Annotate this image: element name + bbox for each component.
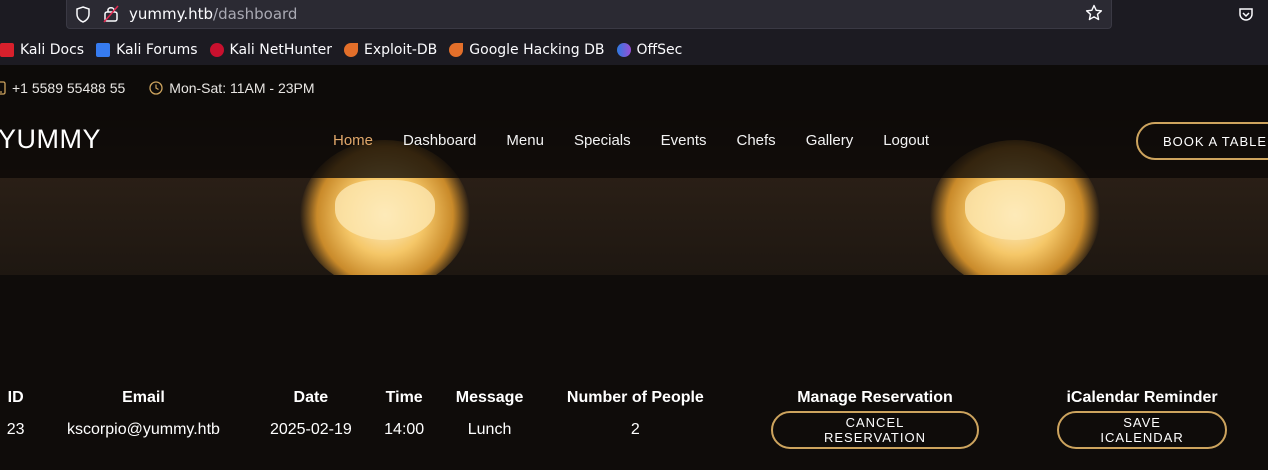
lamp-highlight (335, 180, 435, 240)
tracking-protection-shield-icon[interactable] (75, 6, 91, 27)
cell-people: 2 (630, 421, 640, 438)
phone-number: +1 5589 55488 55 (12, 79, 126, 96)
bookmark-kali-docs[interactable]: Kali Docs (0, 42, 84, 58)
bookmark-label: Exploit-DB (363, 42, 438, 58)
exploit-db-icon (343, 43, 358, 57)
cell-message: Lunch (467, 421, 512, 438)
bookmark-label: Google Hacking DB (469, 42, 605, 58)
url-bar[interactable]: yummy.htb/dashboard (66, 0, 1112, 29)
lamp-highlight (965, 180, 1065, 240)
col-header-email: Email (122, 389, 165, 406)
nav-menu[interactable]: Menu (506, 132, 544, 149)
bookmark-label: OffSec (636, 42, 683, 58)
table-row: 23 kscorpio@yummy.htb 2025-02-19 14:00 L… (0, 410, 1268, 450)
url-text[interactable]: yummy.htb/dashboard (129, 5, 297, 23)
main-nav: Home Dashboard Menu Specials Events Chef… (318, 132, 944, 149)
kali-nethunter-icon (209, 43, 224, 57)
nav-home[interactable]: Home (333, 132, 373, 149)
site-logo[interactable]: YUMMY (0, 124, 101, 155)
col-header-time: Time (385, 389, 423, 406)
bookmark-label: Kali Forums (116, 42, 198, 58)
browser-toolbar: yummy.htb/dashboard Kali Docs Kali Forum… (0, 0, 1268, 65)
nav-logout[interactable]: Logout (883, 132, 929, 149)
nav-specials[interactable]: Specials (574, 132, 631, 149)
col-header-message: Message (455, 389, 524, 406)
bookmark-offsec[interactable]: OffSec (616, 42, 683, 58)
clock-icon (149, 80, 163, 95)
book-a-table-button[interactable]: BOOK A TABLE (1136, 122, 1268, 160)
ghdb-icon (449, 43, 464, 57)
bookmark-exploit-db[interactable]: Exploit-DB (343, 42, 438, 58)
cell-manage: CANCEL RESERVATION (734, 410, 1016, 450)
topbar-phone: +1 5589 55488 55 (0, 80, 125, 96)
pocket-icon[interactable] (1238, 6, 1254, 26)
opening-hours: Mon-Sat: 11AM - 23PM (169, 79, 315, 96)
col-header-manage: Manage Reservation (797, 389, 953, 406)
bookmark-label: Kali Docs (20, 42, 85, 58)
topbar-hours: Mon-Sat: 11AM - 23PM (149, 79, 315, 96)
bookmark-google-hacking-db[interactable]: Google Hacking DB (449, 42, 605, 58)
save-icalendar-button[interactable]: SAVE ICALENDAR (1057, 411, 1228, 449)
table-header-row: ID Email Date Time Message Number of Peo… (0, 386, 1268, 410)
reservations-table: ID Email Date Time Message Number of Peo… (0, 386, 1268, 450)
offsec-icon (616, 43, 631, 57)
cell-icalendar: SAVE ICALENDAR (1016, 410, 1268, 450)
bookmark-kali-nethunter[interactable]: Kali NetHunter (209, 42, 332, 58)
col-header-icalendar: iCalendar Reminder (1066, 389, 1218, 406)
url-path: /dashboard (213, 5, 298, 23)
nav-gallery[interactable]: Gallery (806, 132, 854, 149)
bookmark-kali-forums[interactable]: Kali Forums (96, 42, 198, 58)
nav-events[interactable]: Events (661, 132, 707, 149)
cell-id: 23 (6, 421, 25, 438)
cell-time: 14:00 (384, 421, 425, 438)
cancel-reservation-button[interactable]: CANCEL RESERVATION (770, 411, 979, 449)
bookmark-star-icon[interactable] (1085, 4, 1103, 26)
nav-chefs[interactable]: Chefs (737, 132, 776, 149)
insecure-lock-icon[interactable] (103, 5, 119, 27)
bookmark-label: Kali NetHunter (229, 42, 332, 58)
kali-docs-icon (0, 43, 14, 57)
bookmarks-toolbar: Kali Docs Kali Forums Kali NetHunter Exp… (0, 38, 694, 62)
cell-email: kscorpio@yummy.htb (67, 421, 220, 438)
nav-dashboard[interactable]: Dashboard (403, 132, 476, 149)
url-host: yummy.htb (129, 5, 214, 23)
cell-date: 2025-02-19 (269, 421, 352, 438)
col-header-people: Number of People (566, 389, 704, 406)
site-topbar: +1 5589 55488 55 Mon-Sat: 11AM - 23PM (0, 65, 1268, 110)
kali-forums-icon (96, 43, 111, 57)
phone-icon (0, 80, 6, 95)
col-header-id: ID (7, 389, 24, 406)
col-header-date: Date (293, 389, 329, 406)
